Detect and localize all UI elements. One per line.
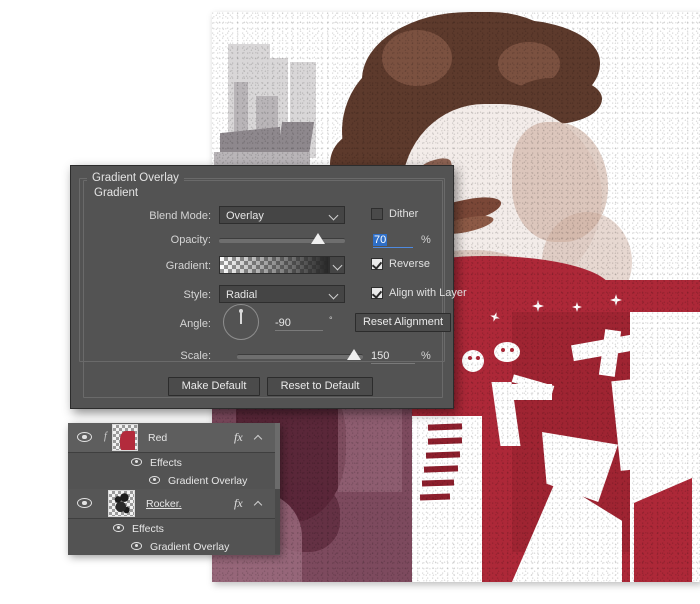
layers-scrollbar[interactable]	[275, 423, 280, 554]
blend-mode-value: Overlay	[226, 210, 264, 222]
eye-icon[interactable]	[149, 476, 160, 484]
layers-scrollbar-thumb[interactable]	[275, 423, 280, 489]
layer-row-rocker[interactable]: Rocker. fx	[68, 489, 280, 519]
angle-value: -90	[275, 317, 291, 329]
effect-label: Gradient Overlay	[150, 541, 230, 553]
scale-value: 150	[371, 350, 390, 362]
scale-slider-track[interactable]	[237, 354, 363, 359]
eye-icon[interactable]	[77, 432, 92, 442]
layer-name-rocker[interactable]: Rocker.	[146, 498, 182, 510]
layer-row-gradient-overlay[interactable]: Gradient Overlay	[68, 537, 280, 555]
style-label: Style:	[183, 289, 211, 301]
eye-icon[interactable]	[131, 542, 142, 550]
gradient-overlay-dialog[interactable]: Gradient Overlay Gradient Blend Mode: Ov…	[70, 165, 467, 409]
effects-group-label: Effects	[132, 523, 164, 535]
blend-mode-select[interactable]: Overlay	[219, 206, 345, 224]
opacity-unit: %	[421, 234, 431, 246]
eye-icon[interactable]	[131, 458, 142, 466]
layer-name-red[interactable]: Red	[148, 432, 167, 444]
angle-dial-hub	[238, 309, 243, 313]
chevron-up-icon[interactable]	[255, 434, 262, 441]
align-with-layer-checkbox[interactable]	[371, 287, 383, 299]
layer-row-effects[interactable]: Effects	[68, 453, 280, 471]
opacity-slider-track[interactable]	[219, 238, 345, 243]
screen: Gradient Overlay Gradient Blend Mode: Ov…	[0, 0, 700, 604]
effects-group-label: Effects	[150, 457, 182, 469]
blend-mode-label: Blend Mode:	[149, 210, 211, 222]
scale-input[interactable]: 150	[371, 349, 415, 364]
dialog-title: Gradient Overlay	[87, 172, 184, 184]
fx-icon[interactable]: fx	[234, 430, 243, 445]
dither-checkbox[interactable]	[371, 208, 383, 220]
eye-icon[interactable]	[113, 524, 124, 532]
style-select[interactable]: Radial	[219, 285, 345, 303]
layer-thumbnail-rocker[interactable]	[108, 490, 135, 517]
reverse-label: Reverse	[389, 258, 430, 270]
opacity-label: Opacity:	[170, 234, 211, 246]
gradient-label: Gradient:	[165, 260, 211, 272]
make-default-label: Make Default	[181, 380, 247, 392]
reverse-checkbox[interactable]	[371, 258, 383, 270]
opacity-value: 70	[373, 234, 388, 246]
style-value: Radial	[226, 289, 258, 301]
chevron-down-icon	[330, 290, 339, 299]
chevron-up-icon[interactable]	[255, 500, 262, 507]
layers-panel[interactable]: f Red fx Effects Gradient Overlay Rocker…	[68, 423, 280, 555]
dither-label: Dither	[389, 208, 419, 220]
eye-icon[interactable]	[77, 498, 92, 508]
fx-icon[interactable]: fx	[234, 496, 243, 511]
layer-thumbnail-red[interactable]	[112, 424, 138, 451]
opacity-slider-handle[interactable]	[311, 233, 325, 244]
link-icon: f	[104, 431, 107, 442]
angle-input[interactable]: -90	[275, 316, 323, 331]
gradient-swatch[interactable]	[219, 256, 329, 274]
angle-label: Angle:	[179, 318, 211, 330]
reset-to-default-button[interactable]: Reset to Default	[267, 377, 373, 396]
scale-unit: %	[421, 350, 431, 362]
layer-row-red[interactable]: f Red fx	[68, 423, 280, 453]
angle-unit: °	[329, 315, 333, 325]
opacity-input[interactable]: 70	[373, 233, 413, 248]
scale-slider-handle[interactable]	[347, 349, 361, 360]
reset-to-default-label: Reset to Default	[280, 380, 360, 392]
reset-alignment-button[interactable]: Reset Alignment	[355, 313, 451, 332]
dialog-section-title: Gradient	[89, 187, 144, 199]
scale-label: Scale:	[180, 350, 211, 362]
make-default-button[interactable]: Make Default	[168, 377, 260, 396]
layer-row-effects[interactable]: Effects	[68, 519, 280, 537]
gradient-preset-chevron-icon[interactable]	[329, 256, 345, 274]
chevron-down-icon	[330, 211, 339, 220]
angle-dial[interactable]	[223, 304, 259, 340]
layer-row-gradient-overlay[interactable]: Gradient Overlay	[68, 471, 280, 489]
reset-alignment-label: Reset Alignment	[362, 316, 444, 328]
effect-label: Gradient Overlay	[168, 475, 248, 487]
align-with-layer-label: Align with Layer	[389, 287, 467, 299]
